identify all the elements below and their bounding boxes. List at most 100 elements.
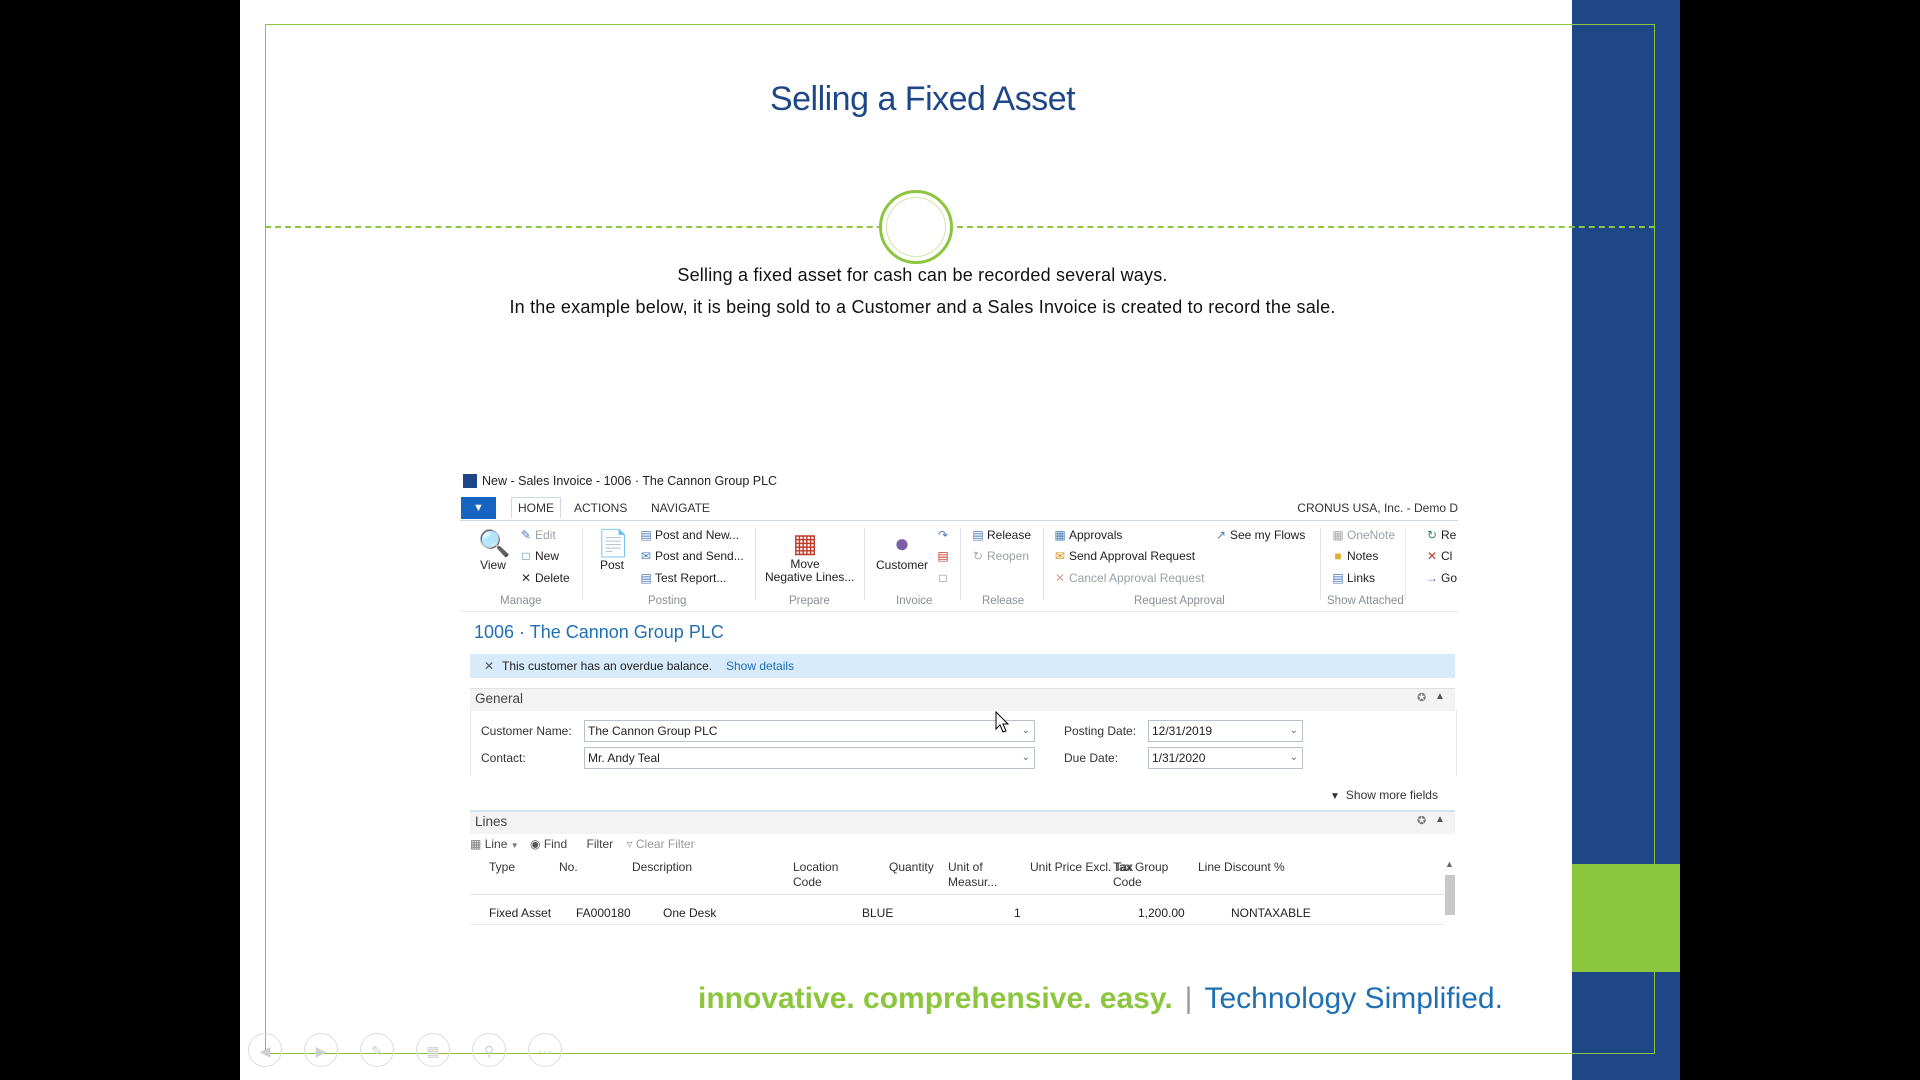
row-type[interactable]: Fixed Asset [489,906,551,920]
lines-header[interactable] [470,810,1455,834]
circle-ornament [879,190,953,264]
line-menu-button[interactable]: ▦ Line ▼ [470,837,519,851]
tab-navigate[interactable]: NAVIGATE [651,501,710,515]
chevron-down-icon[interactable]: ⌄ [1022,721,1030,741]
filter-button[interactable]: Filter [587,837,614,851]
ribbon-separator [582,528,583,600]
more-options-icon[interactable]: ⋯ [528,1033,562,1067]
app-icon [463,474,477,488]
customer-button[interactable]: ● Customer [873,528,931,572]
invoice-action-3[interactable]: □ [937,571,952,585]
col-unit-of-measure[interactable]: Unit of Measur... [948,860,997,890]
dashed-divider [265,226,1655,228]
test-report-button[interactable]: ▤ Test Report... [640,571,726,585]
pen-icon[interactable]: ✎ [360,1033,394,1067]
pin-icon[interactable]: ✪ [1417,691,1426,704]
due-date-field[interactable]: 1/31/2020 ⌄ [1148,747,1303,769]
cancel-approval-label: Cancel Approval Request [1069,571,1205,585]
release-icon: ▤ [972,528,984,542]
find-label: Find [543,837,568,851]
chevron-down-icon[interactable]: ⌄ [1290,721,1298,741]
group-request-approval: Request Approval [1134,595,1225,607]
chevron-down-icon[interactable]: ⌄ [1022,748,1030,768]
group-invoice: Invoice [896,595,933,607]
ribbon-separator [960,528,961,600]
row-unit-price[interactable]: 1,200.00 [1138,906,1185,920]
scroll-up-icon[interactable]: ▲ [1445,859,1454,869]
reopen-button[interactable]: ↻ Reopen [972,549,1029,563]
posting-date-label: Posting Date: [1064,724,1137,738]
scroll-thumb[interactable] [1445,875,1455,915]
col-line-discount[interactable]: Line Discount % [1198,860,1285,875]
col-quantity[interactable]: Quantity [889,860,934,875]
move-negative-lines-button[interactable]: ▦ Move Negative Lines... [765,528,855,584]
approvals-button[interactable]: ▦ Approvals [1054,528,1122,542]
edit-button[interactable]: ✎ Edit [520,528,556,542]
show-more-fields-button[interactable]: ▼ Show more fields [1330,788,1438,802]
customer-icon: ● [894,528,910,558]
grid-icon: ▦ [470,837,482,851]
onenote-button[interactable]: ▦ OneNote [1332,528,1395,542]
col-type[interactable]: Type [489,860,515,875]
contact-value: Mr. Andy Teal [588,751,660,765]
col-uom-line1: Unit of [948,860,983,874]
post-and-send-button[interactable]: ✉ Post and Send... [640,549,744,563]
customer-name-field[interactable]: The Cannon Group PLC ⌄ [584,720,1035,742]
col-location-line1: Location [793,860,839,874]
posting-date-field[interactable]: 12/31/2019 ⌄ [1148,720,1303,742]
cancel-approval-request-button[interactable]: ✕ Cancel Approval Request [1054,571,1204,585]
general-header[interactable] [470,688,1455,711]
move-label-2: Negative Lines... [765,570,855,584]
view-button[interactable]: 🔍 View [478,528,511,572]
post-and-new-button[interactable]: ▤ Post and New... [640,528,739,542]
row-tax-group[interactable]: NONTAXABLE [1231,906,1311,920]
view-label: View [480,558,506,572]
slides-grid-icon[interactable]: ▦ [416,1033,450,1067]
chevron-down-icon[interactable]: ⌄ [1290,748,1298,768]
reopen-icon: ↻ [972,549,984,563]
find-button[interactable]: ◉ Find [530,837,567,851]
show-details-link[interactable]: Show details [726,659,794,673]
col-description[interactable]: Description [632,860,692,875]
zoom-icon[interactable]: ⚲ [472,1033,506,1067]
new-button[interactable]: □ New [520,549,559,563]
clear-filter-button[interactable]: ✕ Cl [1426,549,1452,563]
collapse-icon[interactable]: ▲ [1435,691,1445,702]
previous-slide-icon[interactable]: ◀ [248,1033,282,1067]
intro-line-2: In the example below, it is being sold t… [509,297,1336,317]
delete-button[interactable]: ✕ Delete [520,571,570,585]
tab-actions[interactable]: ACTIONS [574,501,627,515]
links-icon: ▤ [1332,571,1344,585]
clear-filter-lines-button[interactable]: ▿ Clear Filter [627,837,695,851]
view-icon: 🔍 [478,528,511,558]
app-menu-button[interactable]: ▼ [461,497,496,519]
next-slide-icon[interactable]: ▶ [304,1033,338,1067]
row-description[interactable]: One Desk [663,906,716,920]
post-new-icon: ▤ [640,528,652,542]
notification-text: This customer has an overdue balance. [502,659,713,673]
row-quantity[interactable]: 1 [1014,906,1021,920]
refresh-button[interactable]: ↻ Re [1426,528,1456,542]
send-approval-request-button[interactable]: ✉ Send Approval Request [1054,549,1195,563]
col-no[interactable]: No. [559,860,578,875]
release-button[interactable]: ▤ Release [972,528,1031,542]
pin-icon[interactable]: ✪ [1417,814,1426,827]
close-icon[interactable]: ✕ [484,659,494,673]
customer-name-label: Customer Name: [481,724,572,738]
see-my-flows-button[interactable]: ↗ See my Flows [1215,528,1305,542]
edit-label: Edit [535,528,556,542]
collapse-icon[interactable]: ▲ [1435,814,1445,825]
invoice-action-1[interactable]: ↷ [937,528,952,542]
notes-button[interactable]: ■ Notes [1332,549,1378,563]
links-button[interactable]: ▤ Links [1332,571,1375,585]
row-no[interactable]: FA000180 [576,906,631,920]
col-location-code[interactable]: Location Code [793,860,838,890]
col-tax-group[interactable]: Tax Group Code [1113,860,1168,890]
tab-home[interactable]: HOME [511,497,561,518]
row-location[interactable]: BLUE [862,906,893,920]
invoice-action-2[interactable]: ▤ [937,549,952,563]
delete-icon: ✕ [520,571,532,585]
contact-field[interactable]: Mr. Andy Teal ⌄ [584,747,1035,769]
go-to-button[interactable]: → Go [1426,571,1457,585]
post-button[interactable]: 📄 Post [597,528,629,572]
